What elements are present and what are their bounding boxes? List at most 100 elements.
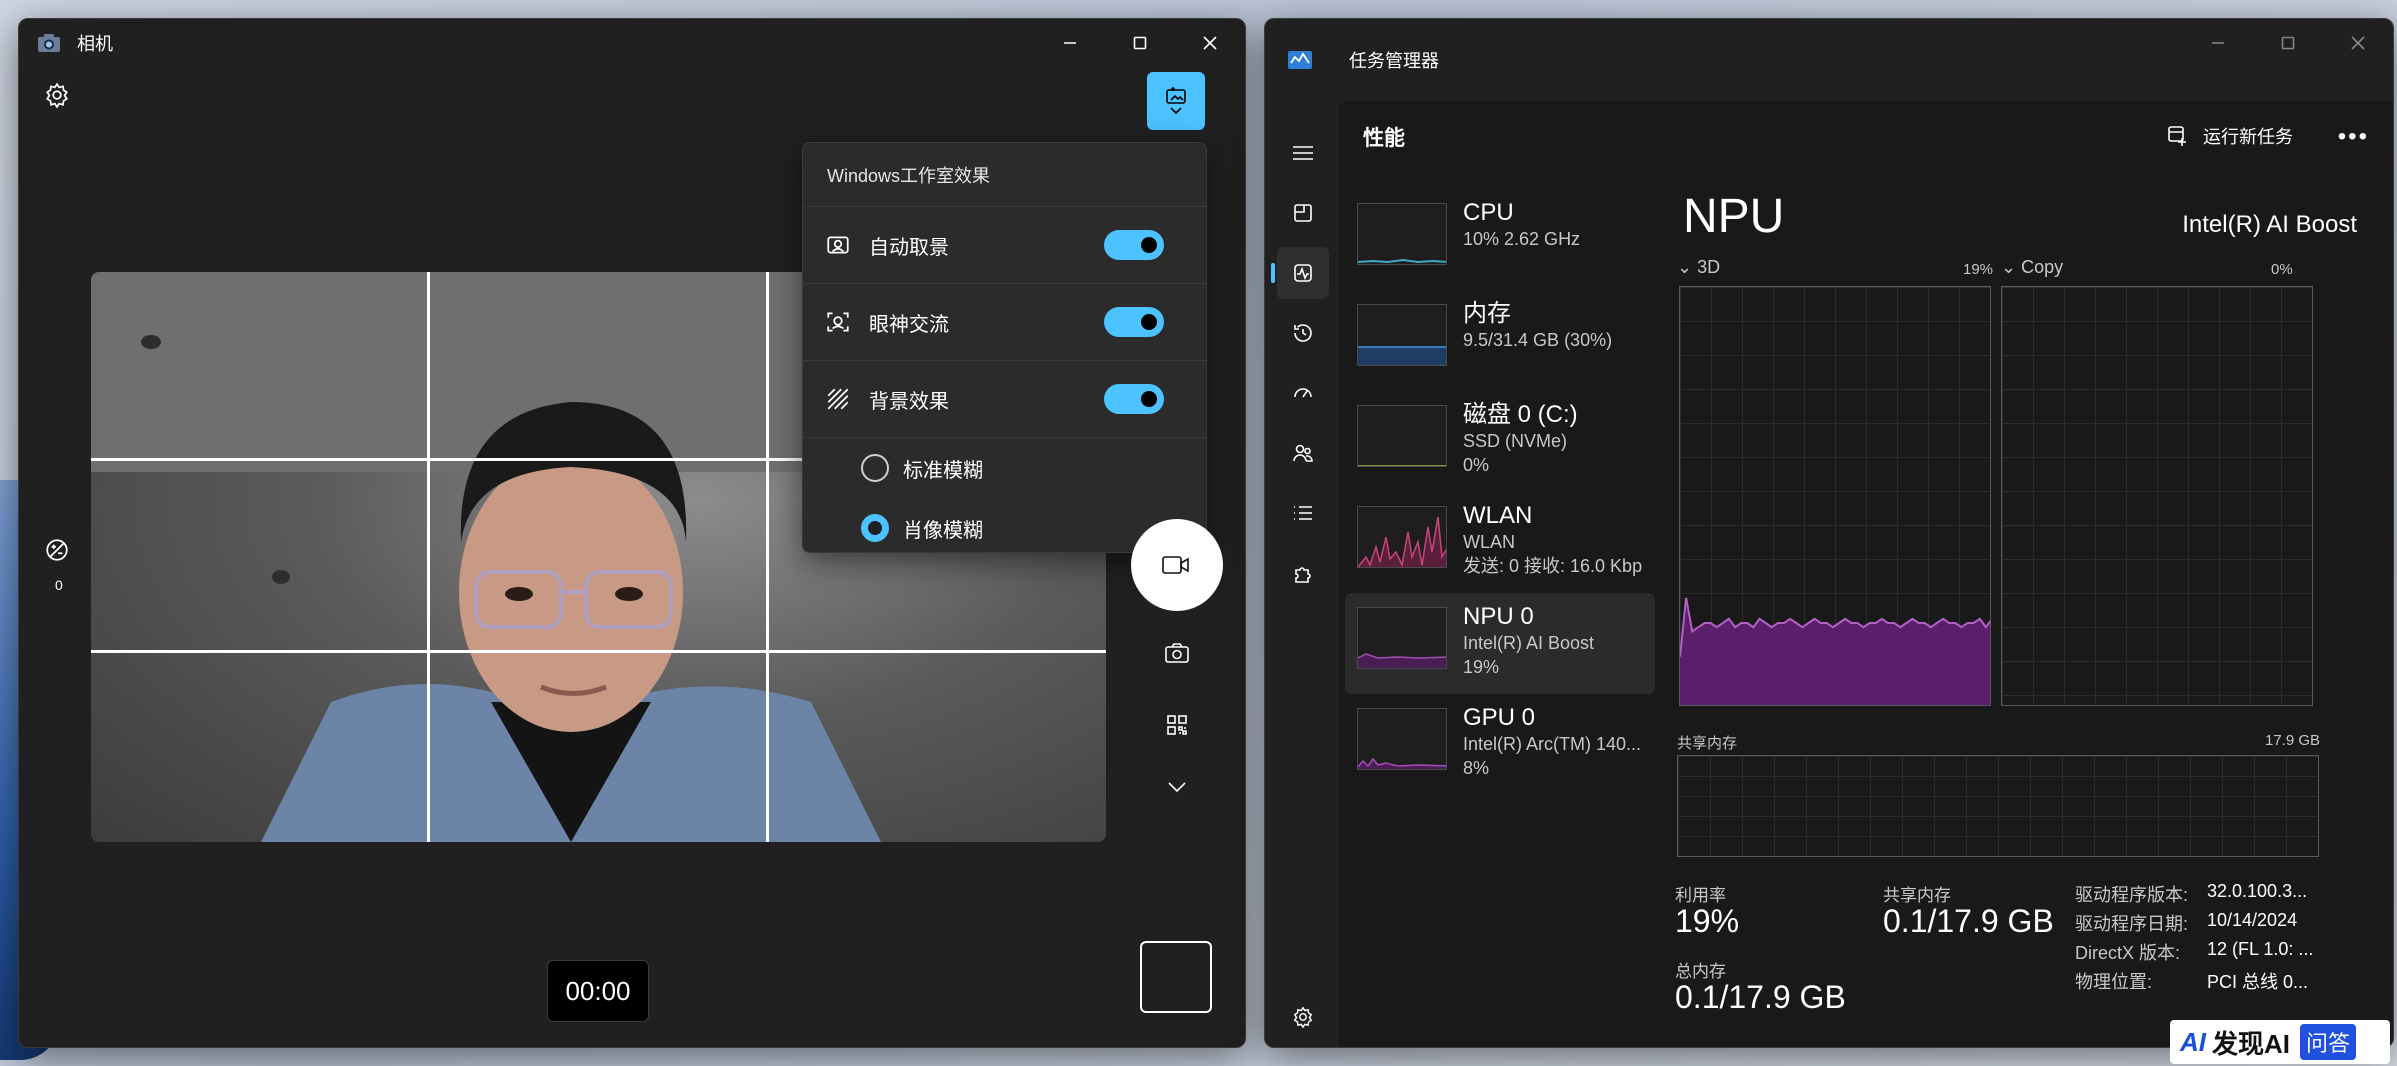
graph1-label-text: 3D (1697, 257, 1721, 277)
qr-mode-button[interactable] (1161, 709, 1193, 741)
eye-contact-toggle[interactable] (1104, 307, 1164, 337)
nav-performance[interactable] (1271, 247, 1329, 299)
device-item-memory[interactable]: 内存 9.5/31.4 GB (30%) (1345, 290, 1655, 391)
shared-memory-graph (1677, 755, 2319, 857)
shared-memory-value: 0.1/17.9 GB (1883, 903, 2054, 939)
npu-usage-graph (1680, 597, 1990, 705)
device-name: WLAN (1463, 502, 1533, 529)
graph-3d (1679, 286, 1991, 706)
device-item-disk[interactable]: 磁盘 0 (C:) SSD (NVMe) 0% (1345, 391, 1655, 492)
nav-services[interactable] (1277, 547, 1329, 599)
grid-line (91, 650, 1106, 653)
run-task-icon (2168, 126, 2186, 146)
studio-effects-button[interactable] (1147, 72, 1205, 130)
device-model: Intel(R) AI Boost (2182, 211, 2357, 238)
nav-details[interactable] (1277, 487, 1329, 539)
directx-version-value: 12 (FL 1.0: ... (2207, 939, 2314, 959)
device-detail: SSD (NVMe) (1463, 431, 1568, 451)
device-detail: WLAN (1463, 532, 1516, 552)
device-usage: 0% (1463, 455, 1490, 475)
graph-copy (2001, 286, 2313, 706)
list-icon (1294, 506, 1312, 520)
more-modes-button[interactable] (1161, 771, 1193, 803)
taskmgr-titlebar: 任务管理器 (1265, 19, 2393, 101)
exposure-button[interactable] (41, 534, 73, 566)
device-detail: Intel(R) Arc(TM) 140... (1463, 734, 1642, 754)
photo-mode-button[interactable] (1161, 637, 1193, 669)
device-usage: 19% (1463, 657, 1500, 677)
minimize-button[interactable] (2183, 19, 2253, 67)
page-header: 性能 运行新任务 ••• (1339, 101, 2393, 173)
graph1-label[interactable]: ⌄ 3D (1677, 257, 1720, 278)
more-options-button[interactable]: ••• (2338, 123, 2369, 151)
nav-users[interactable] (1277, 427, 1329, 479)
nav-processes[interactable] (1277, 187, 1329, 239)
camera-titlebar: 相机 (19, 19, 1245, 67)
watermark-tag: 问答 (2300, 1024, 2357, 1060)
history-icon (1294, 324, 1312, 342)
minimize-button[interactable] (1035, 19, 1105, 67)
radio-button[interactable] (861, 454, 889, 482)
auto-framing-toggle[interactable] (1104, 230, 1164, 260)
standard-blur-option[interactable]: 标准模糊 (803, 438, 1206, 498)
background-blur-icon (827, 388, 849, 410)
device-item-cpu[interactable]: CPU 10% 2.62 GHz (1345, 189, 1655, 290)
chevron-down-icon (1170, 107, 1182, 115)
recording-timer: 00:00 (547, 960, 649, 1022)
background-effect-toggle[interactable] (1104, 384, 1164, 414)
nav-menu-button[interactable] (1277, 127, 1329, 179)
effect-label: 自动取景 (869, 236, 949, 259)
nav-app-history[interactable] (1277, 307, 1329, 359)
watermark-text: 发现AI (2212, 1028, 2291, 1059)
device-item-npu[interactable]: NPU 0 Intel(R) AI Boost 19% (1345, 593, 1655, 694)
total-memory-value: 0.1/17.9 GB (1675, 979, 1846, 1015)
radio-label: 标准模糊 (903, 459, 983, 482)
nav-startup[interactable] (1277, 367, 1329, 419)
device-usage: 发送: 0 接收: 16.0 Kbp (1463, 556, 1643, 576)
mini-graph (1357, 708, 1447, 770)
radio-label: 肖像模糊 (903, 519, 983, 542)
settings-button[interactable] (41, 79, 73, 111)
maximize-button[interactable] (1105, 19, 1175, 67)
device-name: GPU 0 (1463, 704, 1536, 731)
exposure-icon (46, 539, 68, 561)
physical-location-value: PCI 总线 0... (2207, 972, 2309, 992)
directx-version-label: DirectX 版本: (2075, 943, 2181, 963)
mini-graph (1357, 304, 1447, 366)
taskmgr-nav (1265, 67, 1339, 1047)
record-button[interactable] (1131, 519, 1223, 611)
flyout-heading: Windows工作室效果 (803, 143, 1206, 207)
camera-window: 相机 0 Windows工作室效果 自动取景 眼神交流 背景效果 标准模糊 肖像… (18, 18, 1246, 1048)
nav-settings[interactable] (1277, 991, 1329, 1043)
device-detail: Intel(R) AI Boost (1463, 633, 1595, 653)
window-title: 相机 (77, 34, 113, 54)
device-name: CPU (1463, 199, 1514, 226)
mini-graph (1357, 405, 1447, 467)
camera-app-icon (37, 33, 61, 53)
gear-icon (1293, 1006, 1313, 1028)
device-name: 磁盘 0 (C:) (1463, 401, 1578, 428)
effect-label: 眼神交流 (869, 313, 949, 336)
watermark-badge: AI 发现AI 问答 (2170, 1020, 2390, 1064)
device-item-wlan[interactable]: WLAN WLAN 发送: 0 接收: 16.0 Kbp (1345, 492, 1655, 593)
speedometer-icon (1294, 388, 1312, 398)
graph2-label[interactable]: ⌄ Copy (2001, 257, 2063, 278)
driver-date-value: 10/14/2024 (2207, 910, 2298, 930)
eye-contact-icon (827, 312, 849, 332)
device-item-gpu[interactable]: GPU 0 Intel(R) Arc(TM) 140... 8% (1345, 694, 1655, 795)
close-button[interactable] (1175, 19, 1245, 67)
run-new-task-button[interactable]: 运行新任务 (2167, 123, 2293, 149)
maximize-button[interactable] (2253, 19, 2323, 67)
driver-version-label: 驱动程序版本: (2075, 885, 2189, 905)
device-detail: 9.5/31.4 GB (30%) (1463, 330, 1613, 350)
camera-icon (1165, 643, 1189, 663)
processes-icon (1294, 204, 1312, 222)
sparkle-image-icon (1166, 87, 1186, 104)
exposure-value: 0 (55, 577, 63, 593)
grid-line (766, 272, 769, 842)
detail-title: NPU (1683, 190, 1785, 243)
close-button[interactable] (2323, 19, 2393, 67)
radio-button[interactable] (861, 514, 889, 542)
grid-line (427, 272, 430, 842)
last-capture-thumbnail[interactable] (1140, 941, 1212, 1013)
